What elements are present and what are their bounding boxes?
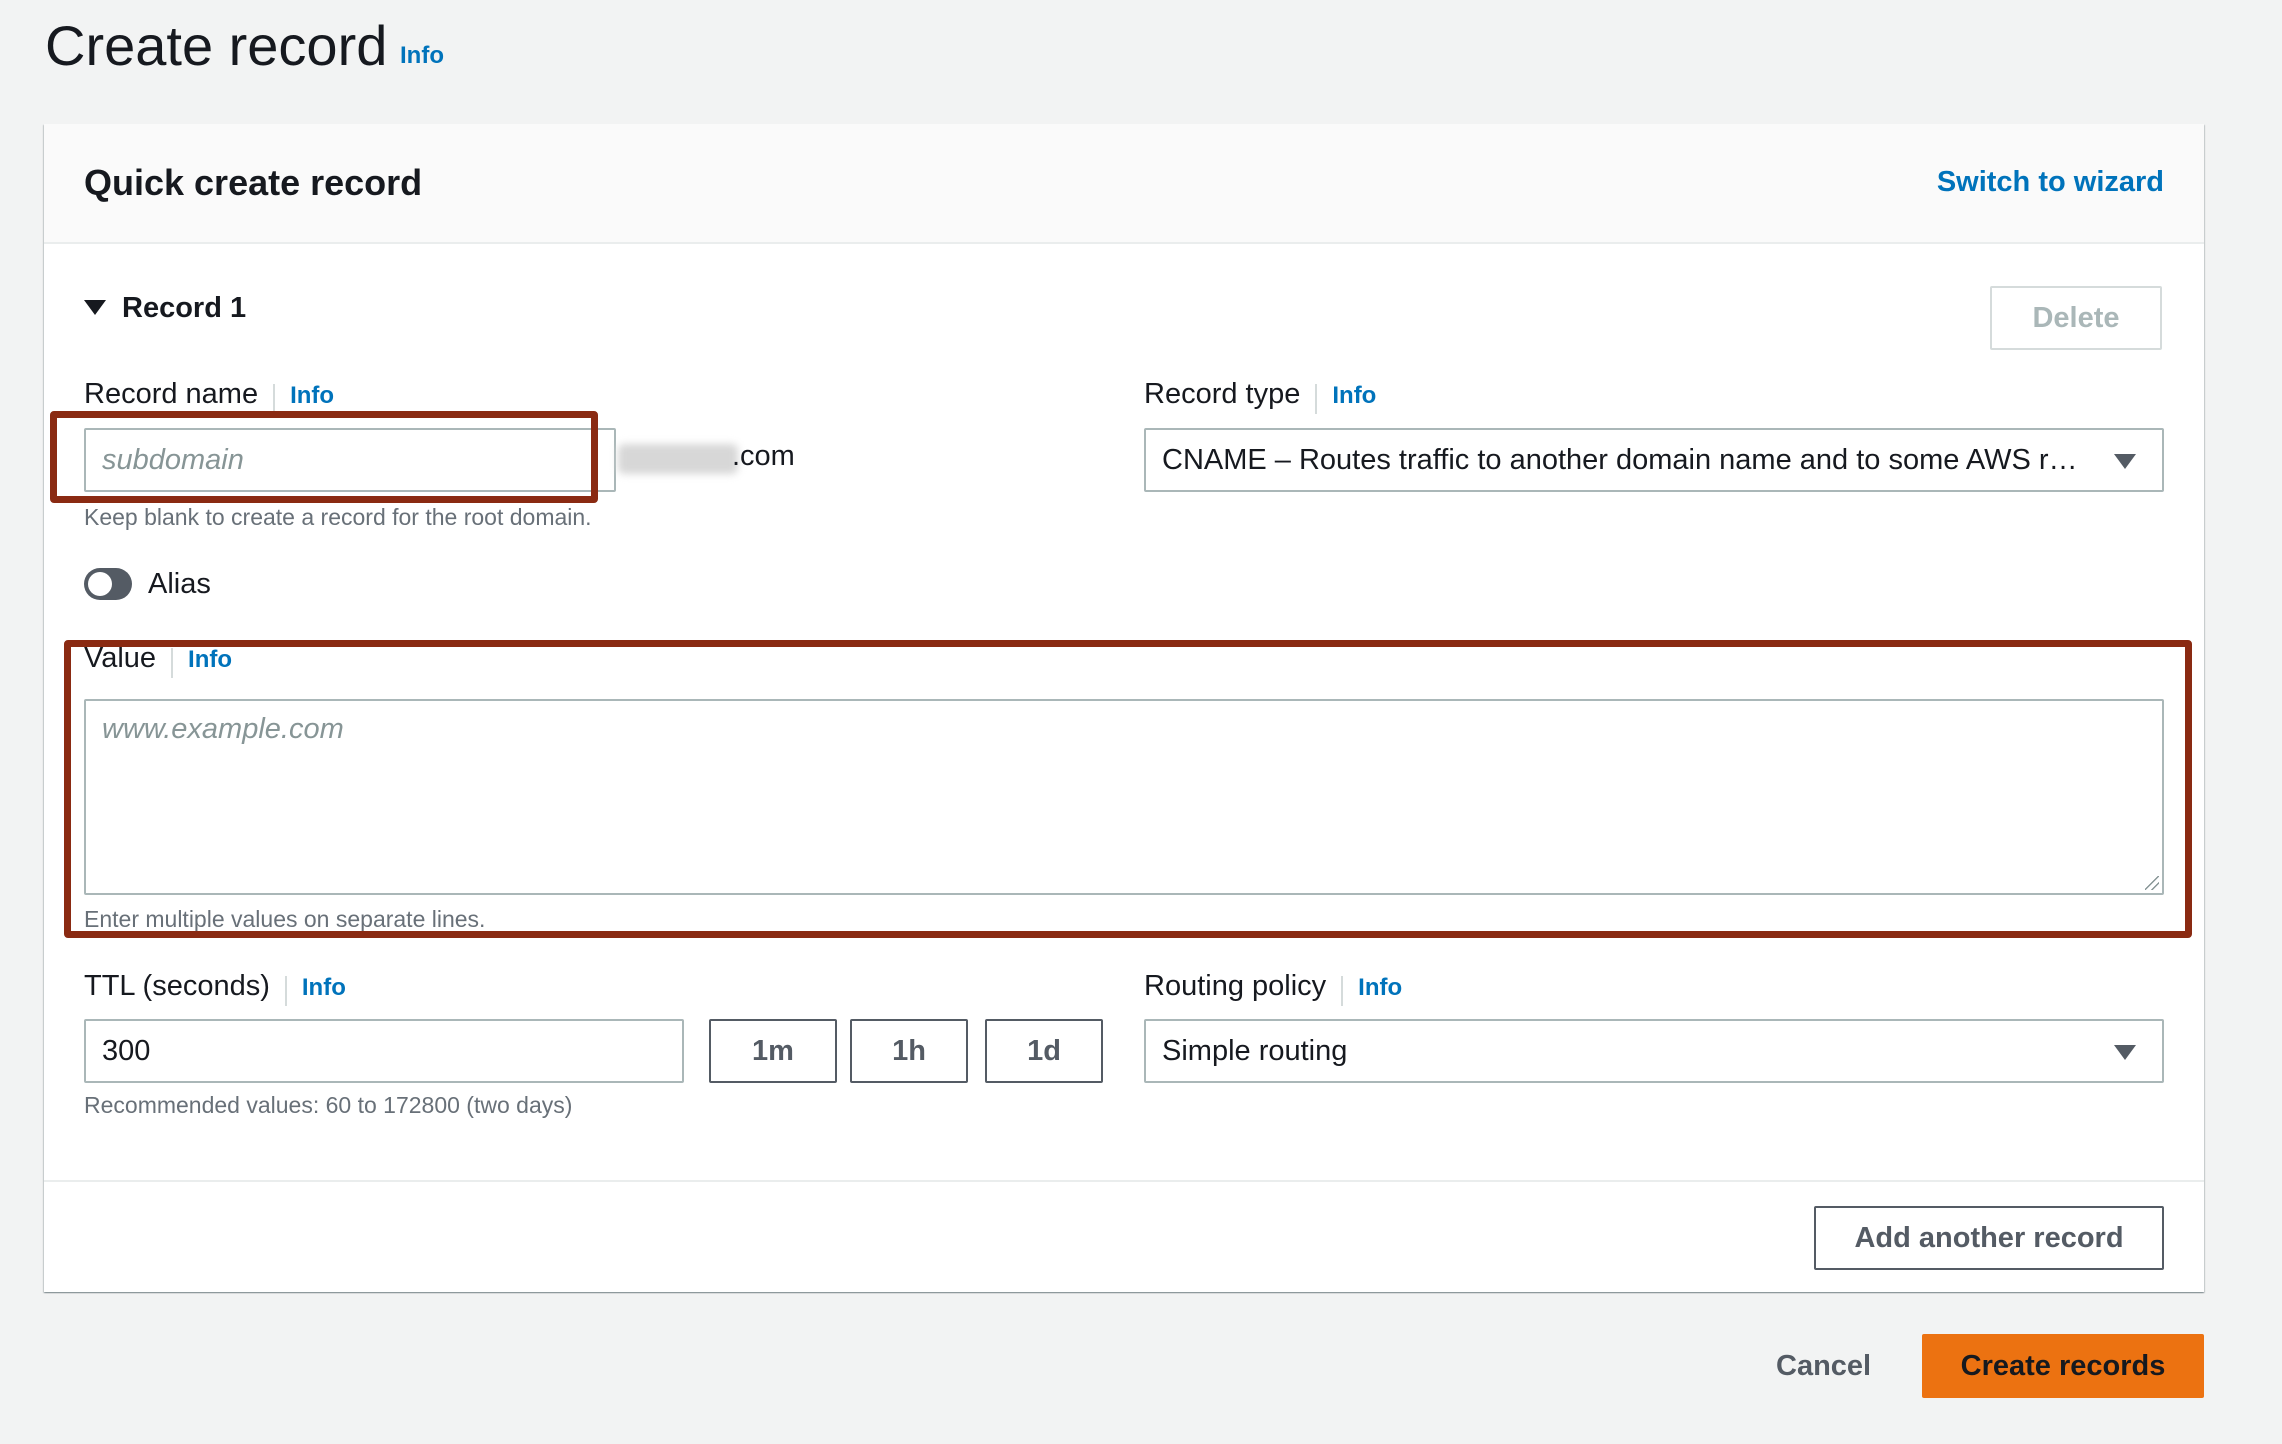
ttl-1m-button[interactable]: 1m [709,1019,837,1083]
alias-label: Alias [148,568,211,600]
card-title: Quick create record [84,162,423,203]
divider [44,1180,2204,1182]
switch-to-wizard-link[interactable]: Switch to wizard [1937,166,2164,199]
ttl-1h-button[interactable]: 1h [850,1019,968,1083]
record-name-label-row: Record name Info [84,378,334,414]
divider [1315,383,1318,414]
highlight-record-name [50,411,598,503]
record-name-label: Record name [84,378,259,410]
routing-policy-label: Routing policy [1144,970,1327,1002]
page-info-link[interactable]: Info [400,42,444,70]
record-type-select[interactable]: CNAME – Routes traffic to another domain… [1144,428,2164,492]
ttl-info-link[interactable]: Info [302,974,346,1001]
record-name-hint: Keep blank to create a record for the ro… [84,504,592,530]
record-section-title[interactable]: Record 1 [122,292,246,325]
divider [284,975,287,1006]
ttl-input[interactable]: 300 [84,1019,684,1083]
dropdown-caret-icon [2114,1045,2136,1060]
routing-policy-info-link[interactable]: Info [1358,974,1402,1001]
record-type-label-row: Record type Info [1144,378,1376,414]
divider [273,383,276,414]
collapse-caret-icon[interactable] [84,300,106,315]
ttl-value: 300 [102,1034,151,1067]
routing-policy-selected: Simple routing [1162,1034,1348,1067]
highlight-value [64,640,2192,938]
toggle-knob [88,572,112,596]
page-title: Create record [45,14,388,77]
cancel-button[interactable]: Cancel [1776,1350,1871,1383]
dropdown-caret-icon [2114,454,2136,469]
delete-button[interactable]: Delete [1990,286,2162,350]
ttl-1d-button[interactable]: 1d [985,1019,1103,1083]
create-records-button[interactable]: Create records [1922,1334,2204,1398]
ttl-hint: Recommended values: 60 to 172800 (two da… [84,1092,573,1118]
domain-suffix: .com [732,440,795,472]
routing-policy-label-row: Routing policy Info [1144,970,1402,1006]
add-another-record-button[interactable]: Add another record [1814,1206,2164,1270]
record-type-selected: CNAME – Routes traffic to another domain… [1162,443,2092,476]
alias-toggle[interactable] [84,568,132,600]
redacted-domain [618,444,738,474]
ttl-label-row: TTL (seconds) Info [84,970,346,1006]
ttl-label: TTL (seconds) [84,970,270,1002]
divider [1341,975,1344,1006]
record-name-info-link[interactable]: Info [290,382,334,409]
record-type-info-link[interactable]: Info [1332,382,1376,409]
card-header: Quick create record Switch to wizard [44,124,2204,244]
record-type-label: Record type [1144,378,1301,410]
routing-policy-select[interactable]: Simple routing [1144,1019,2164,1083]
